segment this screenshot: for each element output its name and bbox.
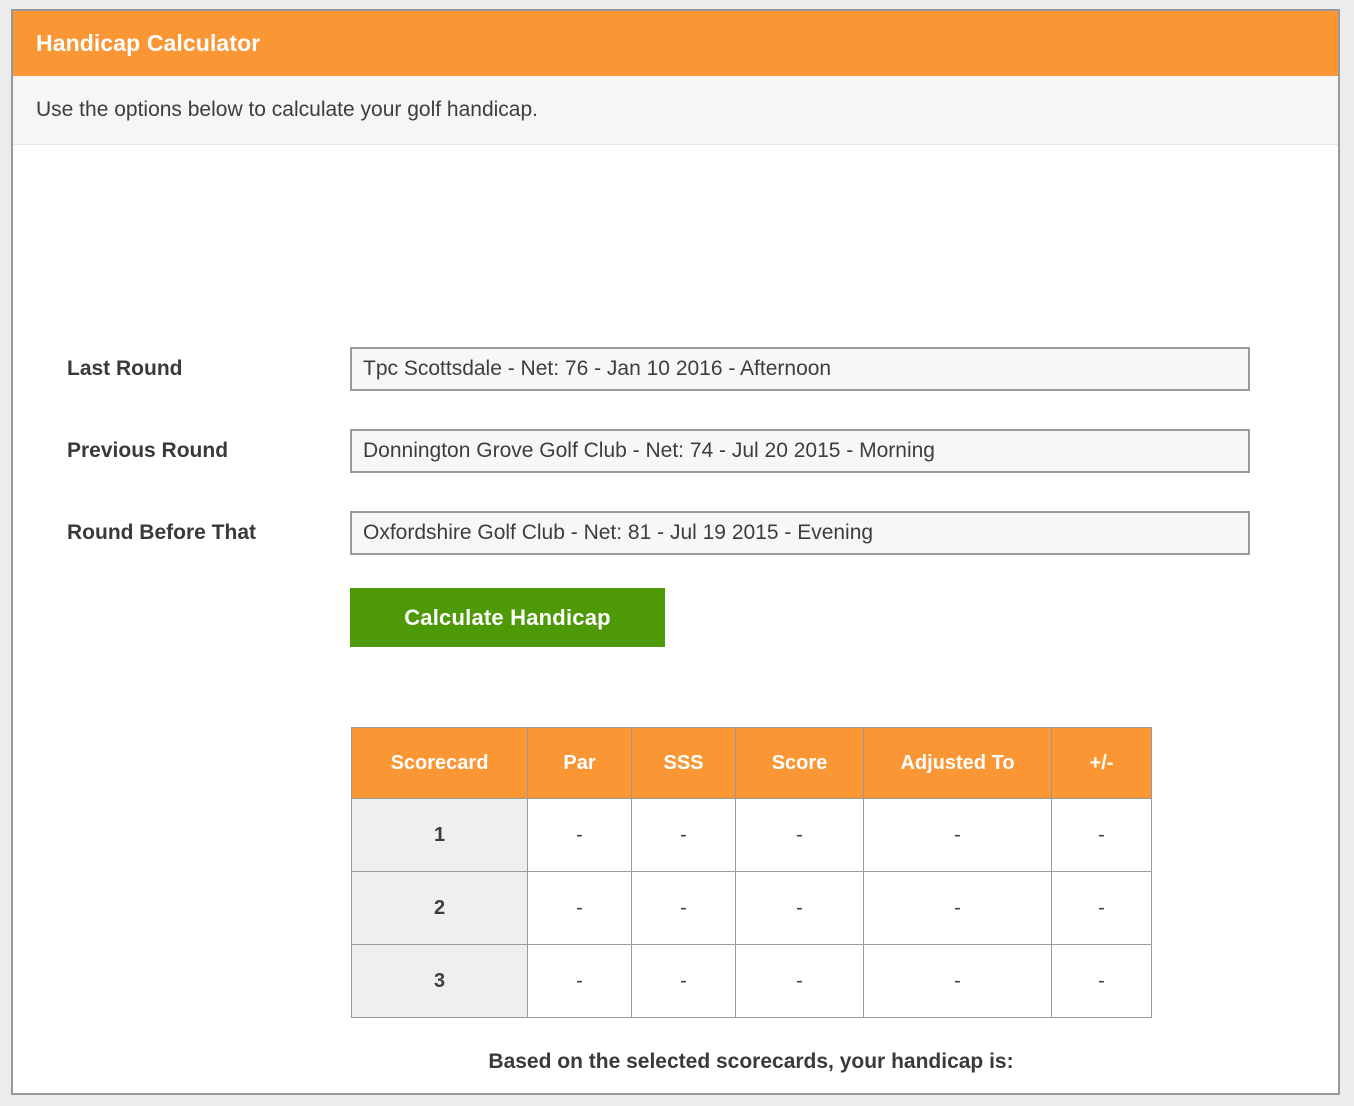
column-header-par: Par	[527, 727, 632, 799]
cell-adjusted-to: -	[863, 871, 1052, 945]
handicap-result-caption: Based on the selected scorecards, your h…	[488, 1050, 1014, 1073]
table-row: 3 - - - - -	[351, 944, 1152, 1018]
cell-sss: -	[631, 871, 736, 945]
column-header-score: Score	[735, 727, 864, 799]
label-round-before-that: Round Before That	[67, 521, 256, 544]
page-title: Handicap Calculator	[36, 30, 261, 56]
calculate-handicap-button[interactable]: Calculate Handicap	[350, 588, 665, 647]
column-header-plus-minus: +/-	[1051, 727, 1152, 799]
column-header-sss: SSS	[631, 727, 736, 799]
cell-sss: -	[631, 944, 736, 1018]
cell-score: -	[735, 871, 864, 945]
cell-plus-minus: -	[1051, 944, 1152, 1018]
label-previous-round: Previous Round	[67, 439, 229, 462]
last-round-input[interactable]	[350, 347, 1250, 391]
cell-scorecard: 2	[351, 871, 528, 945]
cell-par: -	[527, 798, 632, 872]
table-header-row: Scorecard Par SSS Score Adjusted To +/-	[351, 727, 1152, 799]
form-row-round-before-that: Round Before That	[13, 511, 1338, 555]
panel-body: Last Round Previous Round Round Before T…	[13, 145, 1338, 1093]
column-header-scorecard: Scorecard	[351, 727, 528, 799]
form-row-previous-round: Previous Round	[13, 429, 1338, 473]
scorecard-table: Scorecard Par SSS Score Adjusted To +/- …	[351, 727, 1152, 1018]
handicap-calculator-panel: Handicap Calculator Use the options belo…	[11, 9, 1340, 1095]
handicap-result: Based on the selected scorecards, your h…	[351, 1050, 1151, 1093]
panel-header: Handicap Calculator	[13, 11, 1338, 76]
cell-adjusted-to: -	[863, 944, 1052, 1018]
cell-score: -	[735, 798, 864, 872]
table-row: 1 - - - - -	[351, 798, 1152, 872]
cell-par: -	[527, 944, 632, 1018]
panel-description-bar: Use the options below to calculate your …	[13, 76, 1338, 145]
cell-score: -	[735, 944, 864, 1018]
label-last-round: Last Round	[67, 357, 183, 380]
panel-description: Use the options below to calculate your …	[36, 98, 538, 121]
cell-scorecard: 3	[351, 944, 528, 1018]
form-row-last-round: Last Round	[13, 347, 1338, 391]
table-row: 2 - - - - -	[351, 871, 1152, 945]
round-before-that-input[interactable]	[350, 511, 1250, 555]
cell-plus-minus: -	[1051, 871, 1152, 945]
cell-scorecard: 1	[351, 798, 528, 872]
cell-adjusted-to: -	[863, 798, 1052, 872]
cell-sss: -	[631, 798, 736, 872]
column-header-adjusted-to: Adjusted To	[863, 727, 1052, 799]
cell-par: -	[527, 871, 632, 945]
cell-plus-minus: -	[1051, 798, 1152, 872]
previous-round-input[interactable]	[350, 429, 1250, 473]
